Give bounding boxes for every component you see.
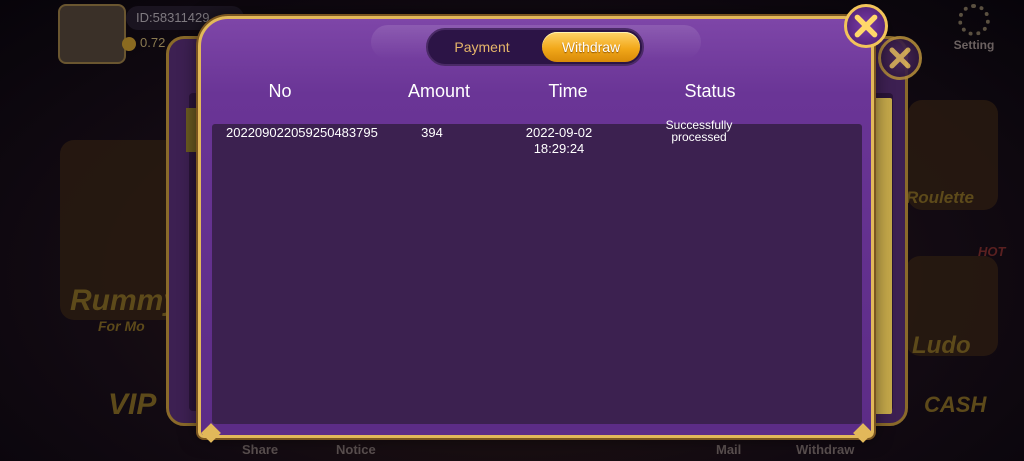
close-icon <box>889 47 911 69</box>
records-table[interactable] <box>212 124 862 424</box>
gear-icon <box>958 4 990 36</box>
vip-label: VIP <box>108 388 157 421</box>
nav-notice: Notice <box>336 442 376 457</box>
back-close-button[interactable] <box>878 36 922 80</box>
record-tab-switch: Payment Withdraw <box>426 28 644 66</box>
cash-label: CASH <box>924 392 987 417</box>
close-button[interactable] <box>844 4 888 48</box>
game-label-ludo: Ludo <box>912 332 971 359</box>
column-header-time: Time <box>548 81 588 101</box>
game-label-sub: For Mo <box>98 318 145 334</box>
nav-share: Share <box>242 442 279 457</box>
close-icon <box>854 14 878 38</box>
back-dialog-edge <box>872 98 892 414</box>
tab-withdraw[interactable]: Withdraw <box>542 32 640 62</box>
game-label-roulette: Roulette <box>906 188 974 207</box>
coin-icon <box>122 36 136 51</box>
corner-ornament-right <box>848 424 878 442</box>
record-order-number: 202209022059250483795 <box>226 125 378 140</box>
balance-value: 0.72 <box>140 35 166 50</box>
nav-mail: Mail <box>716 442 742 457</box>
setting-label: Setting <box>953 38 995 52</box>
record-status: Successfully processed <box>665 118 733 144</box>
column-header-no: No <box>268 81 292 101</box>
record-amount: 394 <box>421 125 443 140</box>
game-label-rummy: Rummy <box>70 284 181 317</box>
column-header-status: Status <box>684 81 736 101</box>
tab-payment[interactable]: Payment <box>432 32 532 62</box>
corner-ornament-left <box>196 424 226 442</box>
nav-withdraw: Withdraw <box>796 442 855 457</box>
setting-button: Setting <box>944 4 1004 52</box>
avatar <box>58 4 126 64</box>
record-time: 2022-09-02 18:29:24 <box>525 125 593 156</box>
column-header-amount: Amount <box>407 81 471 101</box>
